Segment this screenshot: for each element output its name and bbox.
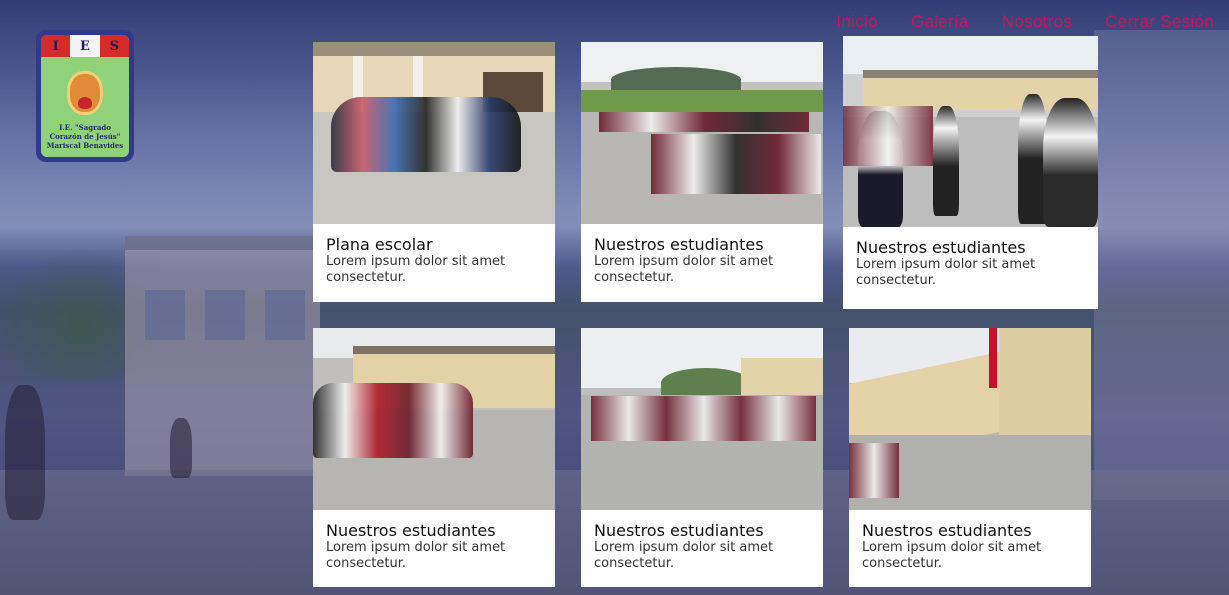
gallery-card[interactable]: Nuestros estudiantes Lorem ipsum dolor s… [849, 328, 1091, 587]
card-text: Lorem ipsum dolor sit amet consectetur. [862, 540, 1042, 571]
card-text: Lorem ipsum dolor sit amet consectetur. [594, 540, 774, 571]
card-title: Nuestros estudiantes [594, 521, 764, 540]
background-person [5, 385, 45, 520]
card-photo [581, 328, 823, 510]
background-building [125, 236, 320, 476]
card-photo [581, 42, 823, 224]
card-text: Lorem ipsum dolor sit amet consectetur. [856, 257, 1036, 288]
gallery-card[interactable]: Nuestros estudiantes Lorem ipsum dolor s… [581, 328, 823, 587]
background-wall [1094, 30, 1229, 500]
card-text: Lorem ipsum dolor sit amet consectetur. [594, 254, 774, 285]
card-photo [843, 36, 1098, 227]
card-title: Plana escolar [326, 235, 433, 254]
nav-cerrar-sesion[interactable]: Cerrar Sesión [1105, 12, 1214, 32]
logo-letter: I [41, 35, 71, 57]
nav-galeria[interactable]: Galería [911, 12, 969, 32]
background-person [170, 418, 192, 478]
main-nav: Inicio Galería Nosotros Cerrar Sesión [836, 12, 1214, 32]
gallery-card[interactable]: Nuestros estudiantes Lorem ipsum dolor s… [843, 36, 1098, 309]
logo-banner: I E S [41, 35, 129, 57]
gallery-card[interactable]: Plana escolar Lorem ipsum dolor sit amet… [313, 42, 555, 302]
school-logo[interactable]: I E S I.E. "Sagrado Corazón de Jesús" Ma… [36, 30, 134, 162]
card-text: Lorem ipsum dolor sit amet consectetur. [326, 254, 506, 285]
nav-inicio[interactable]: Inicio [836, 12, 878, 32]
logo-letter: S [99, 35, 129, 57]
nav-nosotros[interactable]: Nosotros [1002, 12, 1072, 32]
card-photo [849, 328, 1091, 510]
card-title: Nuestros estudiantes [856, 238, 1026, 257]
logo-school-name: I.E. "Sagrado Corazón de Jesús" Mariscal… [46, 123, 124, 150]
card-title: Nuestros estudiantes [326, 521, 496, 540]
card-photo [313, 42, 555, 224]
card-title: Nuestros estudiantes [862, 521, 1032, 540]
card-text: Lorem ipsum dolor sit amet consectetur. [326, 540, 506, 571]
gallery-card[interactable]: Nuestros estudiantes Lorem ipsum dolor s… [581, 42, 823, 302]
card-photo [313, 328, 555, 510]
logo-letter: E [70, 35, 100, 57]
card-title: Nuestros estudiantes [594, 235, 764, 254]
gallery-card[interactable]: Nuestros estudiantes Lorem ipsum dolor s… [313, 328, 555, 587]
heart-icon [78, 97, 92, 109]
logo-emblem: I E S I.E. "Sagrado Corazón de Jesús" Ma… [41, 35, 129, 157]
